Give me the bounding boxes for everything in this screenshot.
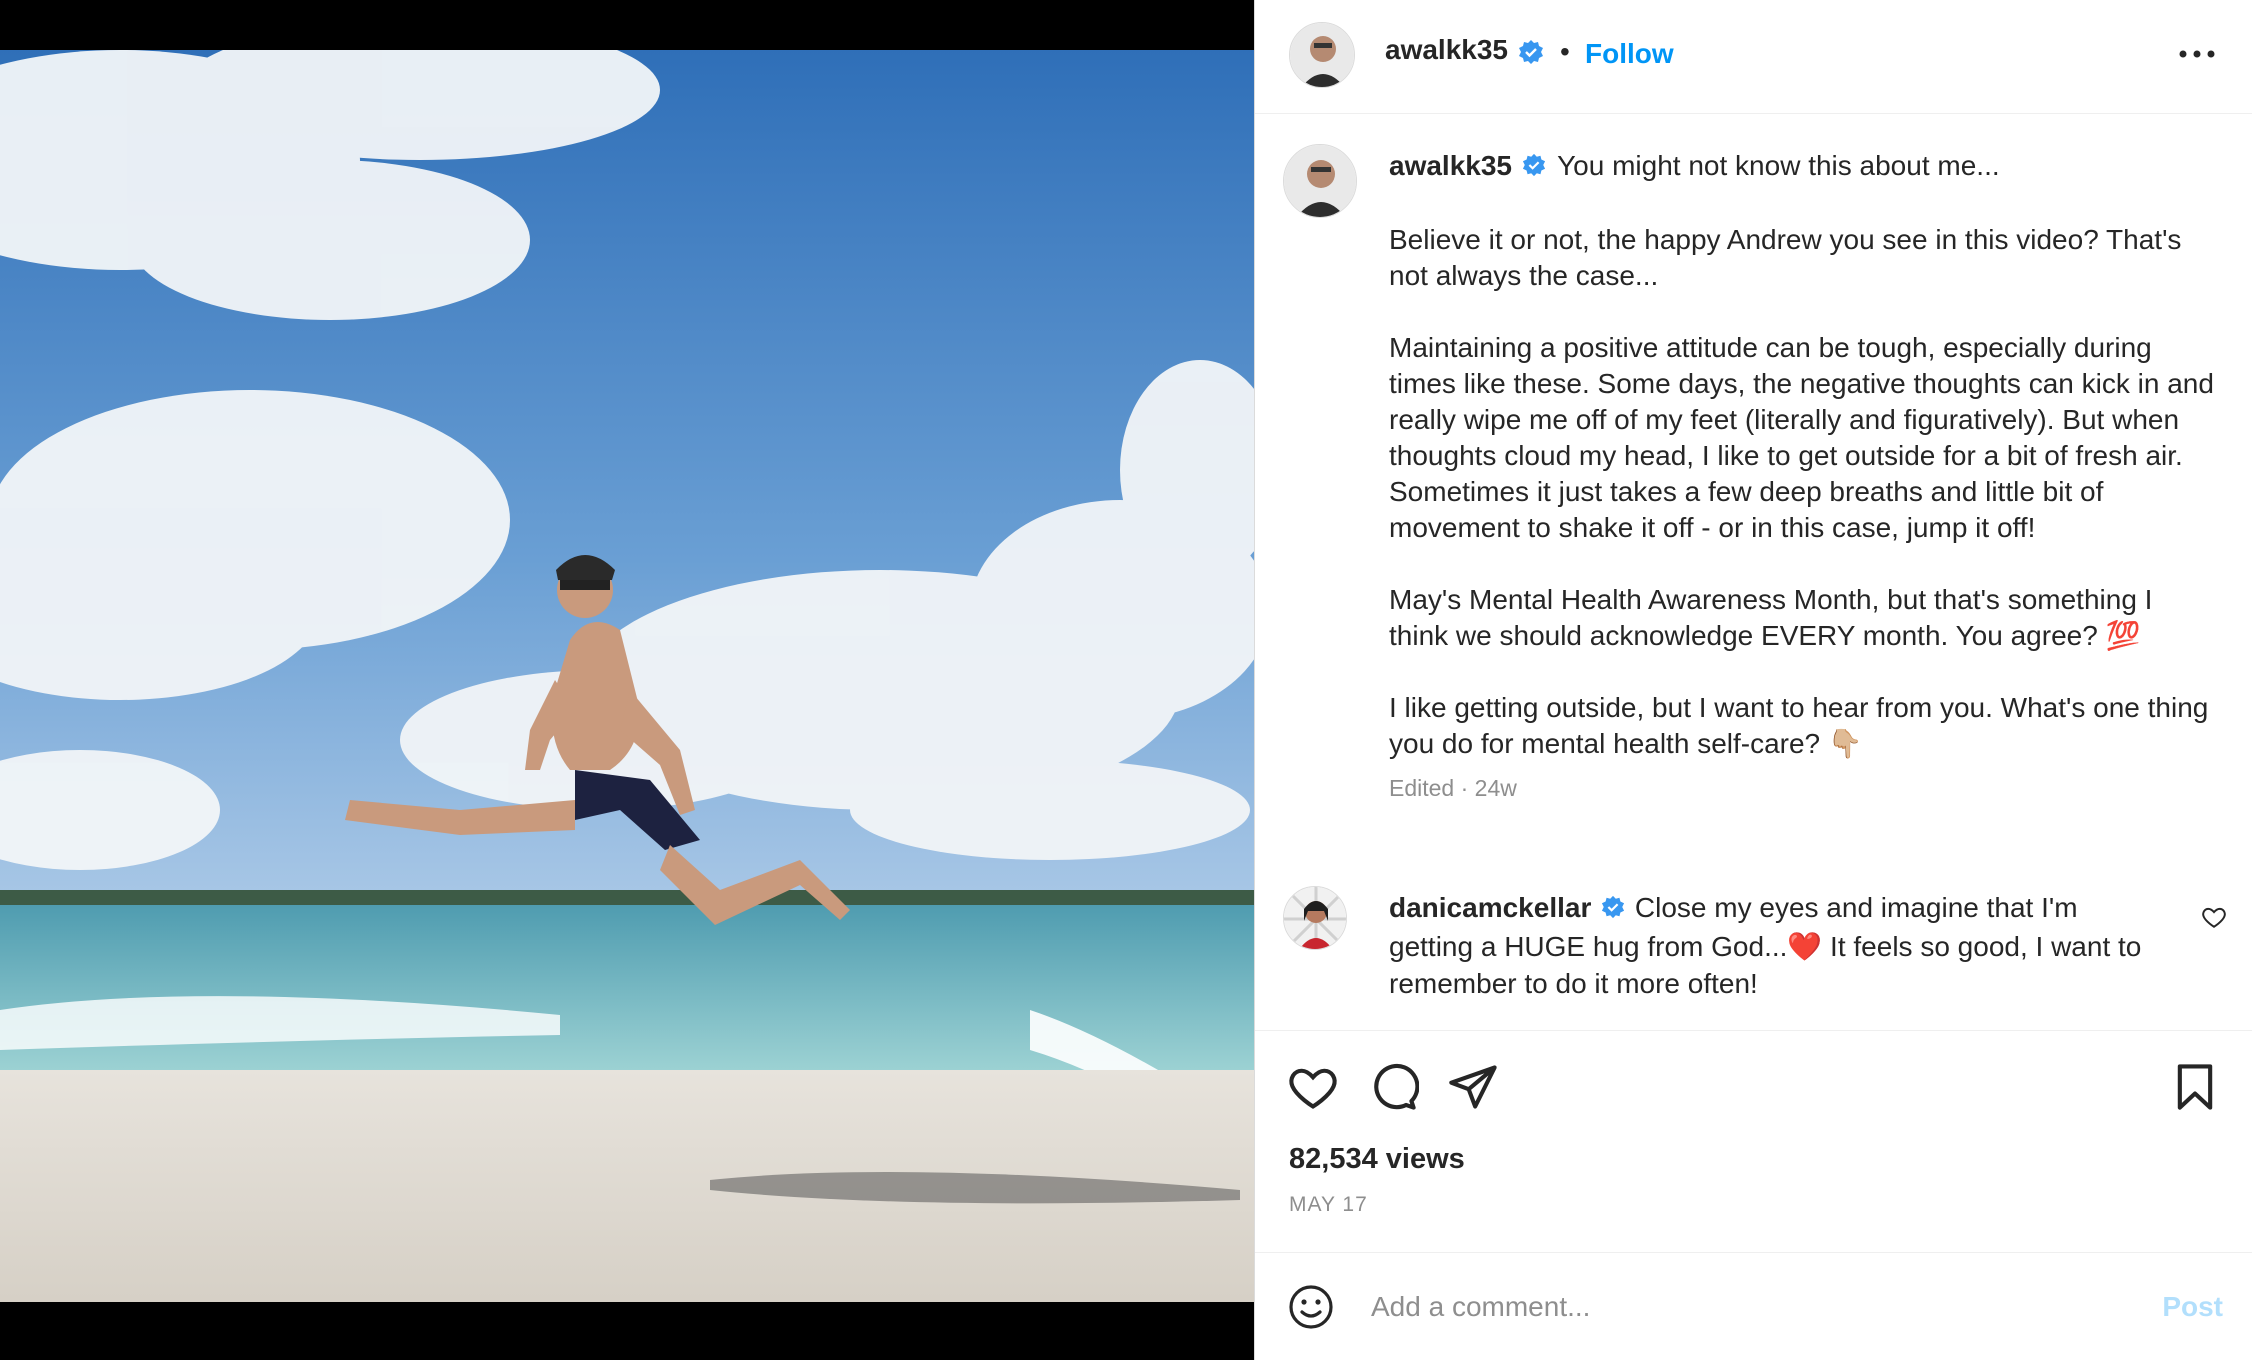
- post-caption: awalkk35 You might not know this about m…: [1389, 148, 2219, 806]
- caption-paragraph: Maintaining a positive attitude can be t…: [1389, 331, 2214, 543]
- comments-section[interactable]: awalkk35 You might not know this about m…: [1255, 114, 2252, 1030]
- caption-meta: Edited · 24w: [1389, 774, 1517, 801]
- comment-like-heart-icon[interactable]: [2201, 904, 2227, 935]
- commenter-username[interactable]: danicamckellar: [1389, 892, 1591, 923]
- verified-badge-icon: [1522, 150, 1546, 186]
- caption-paragraph: May's Mental Health Awareness Month, but…: [1389, 583, 2153, 651]
- more-options-icon[interactable]: [2173, 34, 2223, 74]
- caption-intro: You might not know this about me...: [1557, 150, 2000, 181]
- commenter-avatar[interactable]: [1283, 886, 1347, 950]
- header-separator: •: [1560, 36, 1570, 67]
- comment-input[interactable]: [1369, 1281, 2073, 1333]
- beach-video-frame: [0, 50, 1254, 1302]
- video-player[interactable]: [0, 50, 1254, 1302]
- comment: danicamckellar Close my eyes and imagine…: [1389, 889, 2149, 1002]
- heart-icon[interactable]: [1287, 1061, 1339, 1118]
- caption-paragraph: Believe it or not, the happy Andrew you …: [1389, 223, 2182, 291]
- comment-icon[interactable]: [1367, 1061, 1420, 1118]
- author-username[interactable]: awalkk35: [1385, 34, 1508, 65]
- caption-author-avatar[interactable]: [1283, 144, 1357, 218]
- caption-author-username[interactable]: awalkk35: [1389, 150, 1512, 181]
- verified-badge-icon: [1518, 39, 1544, 70]
- verified-badge-icon: [1601, 891, 1625, 928]
- view-count[interactable]: 82,534 views: [1289, 1143, 1465, 1176]
- add-comment-bar: Post: [1255, 1252, 2252, 1360]
- emoji-icon[interactable]: [1287, 1283, 1335, 1336]
- post-actions: 82,534 views MAY 17: [1255, 1030, 2252, 1252]
- post-comment-button[interactable]: Post: [2162, 1291, 2223, 1323]
- share-icon[interactable]: [1447, 1061, 1499, 1118]
- post-header: awalkk35 • Follow: [1255, 0, 2252, 114]
- post-details-panel: awalkk35 • Follow awalkk35 You might not…: [1254, 0, 2252, 1360]
- follow-button[interactable]: Follow: [1585, 38, 1674, 70]
- author-avatar[interactable]: [1289, 22, 1355, 88]
- post-media[interactable]: [0, 0, 1254, 1360]
- bookmark-icon[interactable]: [2169, 1061, 2221, 1118]
- caption-paragraph: I like getting outside, but I want to he…: [1389, 691, 2209, 759]
- post-date[interactable]: MAY 17: [1289, 1193, 1368, 1217]
